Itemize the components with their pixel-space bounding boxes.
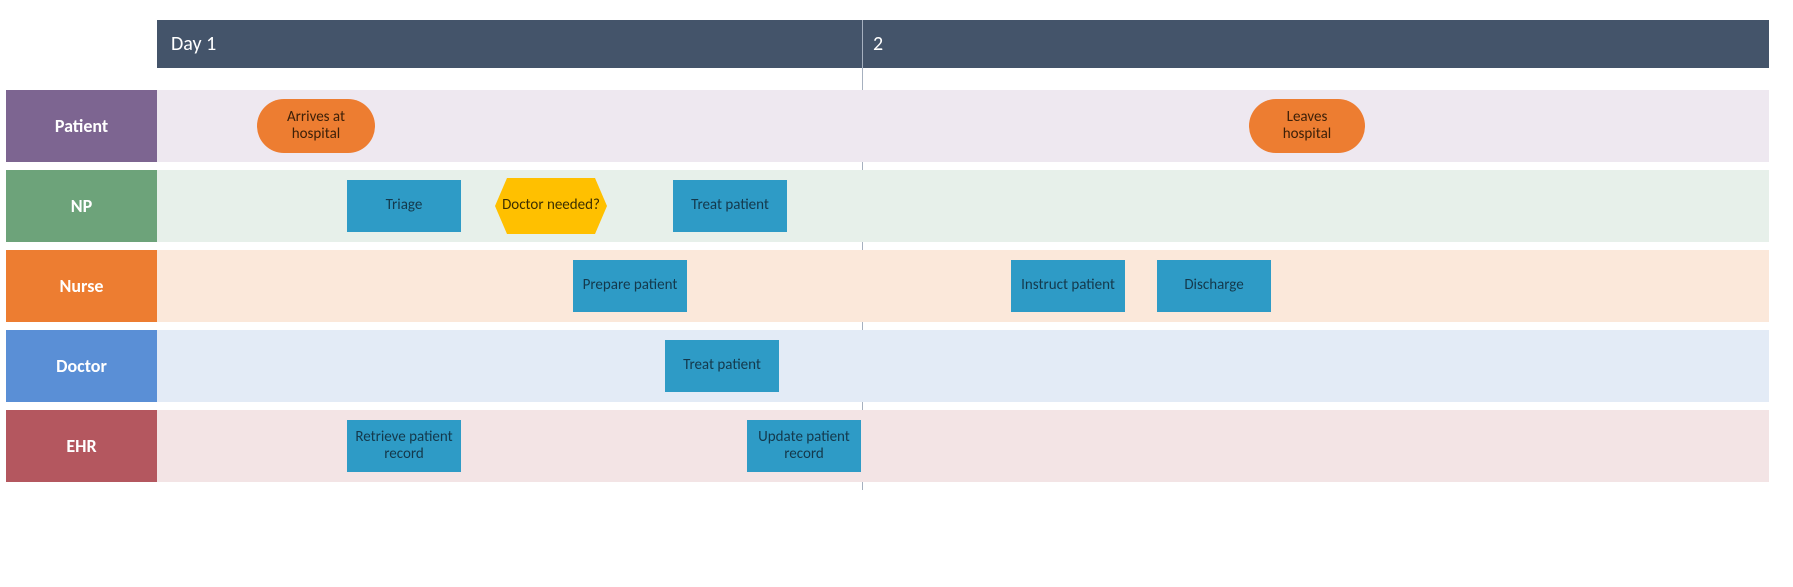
swimlanes: Patient Arrives at hospital Leaves hospi… — [6, 90, 1769, 490]
activity-triage: Triage — [347, 180, 461, 232]
terminator-arrives: Arrives at hospital — [257, 99, 375, 153]
terminator-leaves: Leaves hospital — [1249, 99, 1365, 153]
lane-doctor: Doctor Treat patient — [6, 330, 1769, 402]
timeline-day-1: Day 1 — [157, 32, 862, 56]
lane-track-np: Triage Doctor needed? Treat patient — [157, 170, 1769, 242]
lane-label-ehr: EHR — [6, 410, 157, 482]
lane-patient: Patient Arrives at hospital Leaves hospi… — [6, 90, 1769, 162]
lane-label-patient: Patient — [6, 90, 157, 162]
activity-treat-patient-np: Treat patient — [673, 180, 787, 232]
activity-retrieve-record: Retrieve patient record — [347, 420, 461, 472]
lane-track-ehr: Retrieve patient record Update patient r… — [157, 410, 1769, 482]
activity-treat-patient-doctor: Treat patient — [665, 340, 779, 392]
timeline-day-2: 2 — [862, 20, 1769, 68]
activity-instruct-patient: Instruct patient — [1011, 260, 1125, 312]
lane-label-nurse: Nurse — [6, 250, 157, 322]
lane-track-patient: Arrives at hospital Leaves hospital — [157, 90, 1769, 162]
activity-update-record: Update patient record — [747, 420, 861, 472]
activity-prepare-patient: Prepare patient — [573, 260, 687, 312]
decision-doctor-needed: Doctor needed? — [495, 178, 607, 234]
lane-ehr: EHR Retrieve patient record Update patie… — [6, 410, 1769, 482]
lane-label-np: NP — [6, 170, 157, 242]
lane-nurse: Nurse Prepare patient Instruct patient D… — [6, 250, 1769, 322]
decision-text: Doctor needed? — [502, 197, 600, 214]
timeline-header: Day 1 2 — [157, 20, 1769, 68]
lane-track-doctor: Treat patient — [157, 330, 1769, 402]
lane-track-nurse: Prepare patient Instruct patient Dischar… — [157, 250, 1769, 322]
activity-discharge: Discharge — [1157, 260, 1271, 312]
lane-np: NP Triage Doctor needed? Treat patient — [6, 170, 1769, 242]
lane-label-doctor: Doctor — [6, 330, 157, 402]
